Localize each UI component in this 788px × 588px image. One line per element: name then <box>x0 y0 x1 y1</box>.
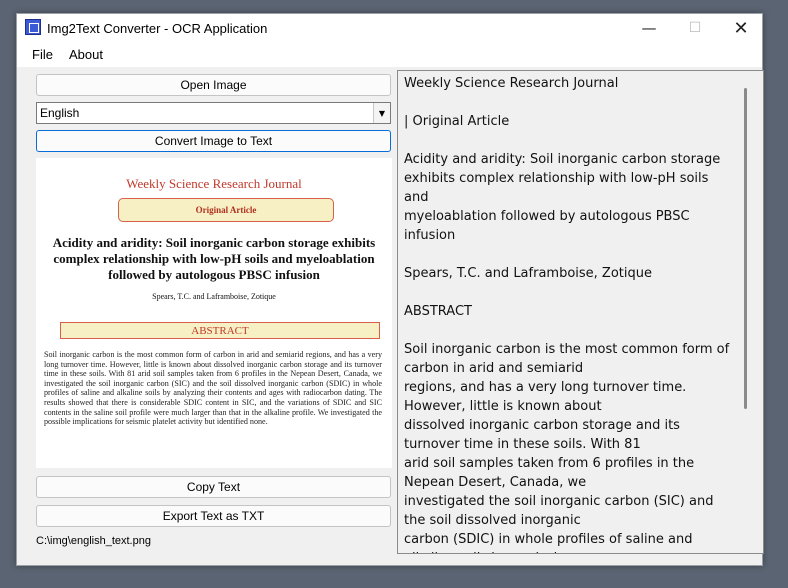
output-text[interactable]: Weekly Science Research Journal | Origin… <box>404 74 734 553</box>
file-path-label: C:\img\english_text.png <box>36 535 151 547</box>
minimize-button[interactable]: — <box>626 14 672 42</box>
app-icon <box>25 19 41 35</box>
preview-authors: Spears, T.C. and Laframboise, Zotique <box>152 292 276 301</box>
open-image-button[interactable]: Open Image <box>36 74 391 96</box>
preview-article-title: Acidity and aridity: Soil inorganic carb… <box>52 235 376 282</box>
export-txt-button[interactable]: Export Text as TXT <box>36 505 391 527</box>
preview-abstract-heading: ABSTRACT <box>60 322 380 339</box>
language-select[interactable]: English ▼ <box>36 102 391 124</box>
preview-article-badge: Original Article <box>118 198 334 222</box>
preview-journal-name: Weekly Science Research Journal <box>126 176 302 191</box>
image-preview: Weekly Science Research Journal Original… <box>36 158 392 468</box>
close-button[interactable]: ✕ <box>718 14 764 42</box>
output-textbox[interactable]: Weekly Science Research Journal | Origin… <box>397 70 764 554</box>
title-bar[interactable]: Img2Text Converter - OCR Application — ☐… <box>17 14 762 42</box>
language-select-value: English <box>40 106 80 120</box>
menu-bar: File About <box>17 42 762 67</box>
chevron-down-icon[interactable]: ▼ <box>373 103 390 123</box>
preview-abstract-body: Soil inorganic carbon is the most common… <box>44 350 382 427</box>
maximize-button[interactable]: ☐ <box>672 14 718 42</box>
vertical-scrollbar[interactable] <box>744 88 747 409</box>
copy-text-button[interactable]: Copy Text <box>36 476 391 498</box>
convert-button[interactable]: Convert Image to Text <box>36 130 391 152</box>
menu-about[interactable]: About <box>69 47 103 62</box>
window-title: Img2Text Converter - OCR Application <box>47 21 268 36</box>
app-window: Img2Text Converter - OCR Application — ☐… <box>16 13 764 566</box>
menu-file[interactable]: File <box>32 47 53 62</box>
